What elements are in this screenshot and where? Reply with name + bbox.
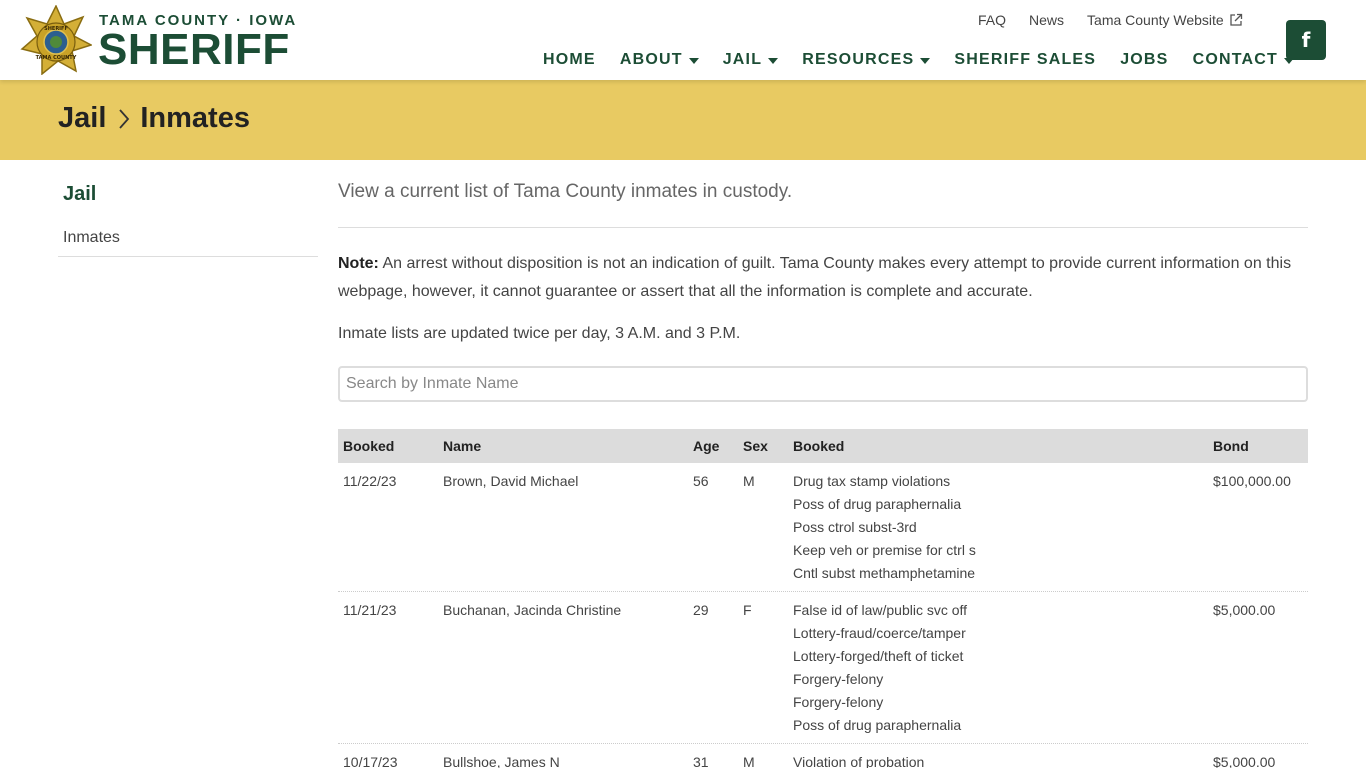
header-booked-date[interactable]: Booked bbox=[338, 438, 438, 454]
header-name[interactable]: Name bbox=[438, 438, 688, 454]
utility-nav: FAQ News Tama County Website bbox=[978, 12, 1243, 28]
nav-jail[interactable]: JAIL bbox=[722, 51, 779, 69]
cell-sex: F bbox=[743, 602, 752, 618]
table-row: 11/22/23 Brown, David Michael 56 M Drug … bbox=[338, 463, 1308, 592]
cell-age: 29 bbox=[693, 602, 709, 618]
charge-item: Forgery-felony bbox=[793, 671, 884, 687]
nav-resources[interactable]: RESOURCES bbox=[802, 51, 931, 69]
note-label: Note: bbox=[338, 255, 379, 272]
search-input[interactable] bbox=[338, 366, 1308, 402]
svg-text:SHERIFF: SHERIFF bbox=[44, 26, 68, 32]
cell-bond: $5,000.00 bbox=[1213, 602, 1276, 618]
charge-item: Poss of drug paraphernalia bbox=[793, 717, 962, 733]
intro-text: View a current list of Tama County inmat… bbox=[338, 181, 793, 202]
header-charges[interactable]: Booked bbox=[788, 438, 1208, 454]
sidebar-title[interactable]: Jail bbox=[63, 183, 96, 206]
divider bbox=[338, 227, 1308, 228]
cell-booked: 10/17/23 bbox=[343, 754, 398, 768]
site-header: SHERIFF TAMA COUNTY TAMA COUNTY · IOWA S… bbox=[0, 0, 1366, 80]
cell-charges: Violation of probation bbox=[788, 751, 1208, 768]
svg-text:TAMA COUNTY: TAMA COUNTY bbox=[36, 55, 77, 61]
page-title: Inmates bbox=[140, 102, 250, 134]
cell-booked: 11/21/23 bbox=[343, 602, 397, 618]
charge-item: Poss ctrol subst-3rd bbox=[793, 519, 917, 535]
nav-jail-label: JAIL bbox=[722, 51, 763, 68]
cell-name: Brown, David Michael bbox=[443, 473, 579, 489]
nav-jobs[interactable]: JOBS bbox=[1120, 51, 1168, 69]
header-age[interactable]: Age bbox=[688, 438, 738, 454]
news-link[interactable]: News bbox=[1029, 12, 1064, 28]
table-header: Booked Name Age Sex Booked Bond bbox=[338, 429, 1308, 463]
charge-item: Cntl subst methamphetamine bbox=[793, 565, 976, 581]
cell-age: 31 bbox=[693, 754, 709, 768]
cell-name: Buchanan, Jacinda Christine bbox=[443, 602, 622, 618]
nav-sheriff-sales-label: SHERIFF SALES bbox=[954, 51, 1097, 68]
cell-bond: $100,000.00 bbox=[1213, 473, 1291, 489]
nav-about-label: ABOUT bbox=[619, 51, 683, 68]
charge-item: Forgery-felony bbox=[793, 694, 884, 710]
main-nav: HOME ABOUT JAIL RESOURCES SHERIFF SALES … bbox=[543, 51, 1294, 69]
charge-item: Lottery-forged/theft of ticket bbox=[793, 648, 964, 664]
sidebar-item-inmates[interactable]: Inmates bbox=[58, 224, 318, 257]
cell-bond: $5,000.00 bbox=[1213, 754, 1276, 768]
nav-sheriff-sales[interactable]: SHERIFF SALES bbox=[954, 51, 1096, 69]
caret-down-icon bbox=[768, 57, 779, 64]
table-row: 10/17/23 Bullshoe, James N 31 M Violatio… bbox=[338, 744, 1308, 768]
nav-jobs-label: JOBS bbox=[1120, 51, 1169, 68]
caret-down-icon bbox=[688, 57, 699, 64]
charge-item: Drug tax stamp violations bbox=[793, 473, 951, 489]
charge-item: False id of law/public svc off bbox=[793, 602, 968, 618]
inmate-table: Booked Name Age Sex Booked Bond 11/22/23… bbox=[338, 429, 1308, 768]
nav-about[interactable]: ABOUT bbox=[620, 51, 699, 69]
cell-charges: Drug tax stamp violations Poss of drug p… bbox=[788, 470, 1208, 585]
chevron-right-icon bbox=[119, 108, 130, 129]
breadcrumb: Jail Inmates bbox=[58, 102, 250, 135]
cell-charges: False id of law/public svc off Lottery-f… bbox=[788, 599, 1208, 737]
cell-age: 56 bbox=[693, 473, 709, 489]
sheriff-star-badge-icon[interactable]: SHERIFF TAMA COUNTY bbox=[20, 4, 93, 76]
cell-name: Bullshoe, James N bbox=[443, 754, 560, 768]
table-row: 11/21/23 Buchanan, Jacinda Christine 29 … bbox=[338, 592, 1308, 744]
nav-resources-label: RESOURCES bbox=[802, 51, 915, 68]
update-schedule: Inmate lists are updated twice per day, … bbox=[338, 325, 741, 342]
disclaimer-note: Note: An arrest without disposition is n… bbox=[338, 250, 1308, 306]
note-text: An arrest without disposition is not an … bbox=[338, 255, 1292, 300]
header-sex[interactable]: Sex bbox=[738, 438, 788, 454]
brand-title[interactable]: SHERIFF bbox=[98, 26, 290, 74]
breadcrumb-jail[interactable]: Jail bbox=[58, 102, 106, 135]
charge-item: Lottery-fraud/coerce/tamper bbox=[793, 625, 966, 641]
caret-down-icon bbox=[920, 57, 931, 64]
charge-item: Keep veh or premise for ctrl s bbox=[793, 542, 976, 558]
nav-home-label: HOME bbox=[543, 51, 596, 68]
county-website-link[interactable]: Tama County Website bbox=[1087, 12, 1243, 28]
charge-item: Violation of probation bbox=[793, 754, 925, 768]
charge-item: Poss of drug paraphernalia bbox=[793, 496, 962, 512]
cell-sex: M bbox=[743, 754, 755, 768]
header-bond[interactable]: Bond bbox=[1208, 438, 1308, 454]
county-website-label: Tama County Website bbox=[1087, 12, 1224, 28]
cell-sex: M bbox=[743, 473, 755, 489]
nav-home[interactable]: HOME bbox=[543, 51, 596, 69]
cell-booked: 11/22/23 bbox=[343, 473, 397, 489]
nav-contact-label: CONTACT bbox=[1192, 51, 1278, 68]
nav-contact[interactable]: CONTACT bbox=[1193, 51, 1294, 69]
faq-link[interactable]: FAQ bbox=[978, 12, 1006, 28]
facebook-icon[interactable]: f bbox=[1286, 20, 1326, 60]
external-link-icon bbox=[1230, 13, 1242, 26]
